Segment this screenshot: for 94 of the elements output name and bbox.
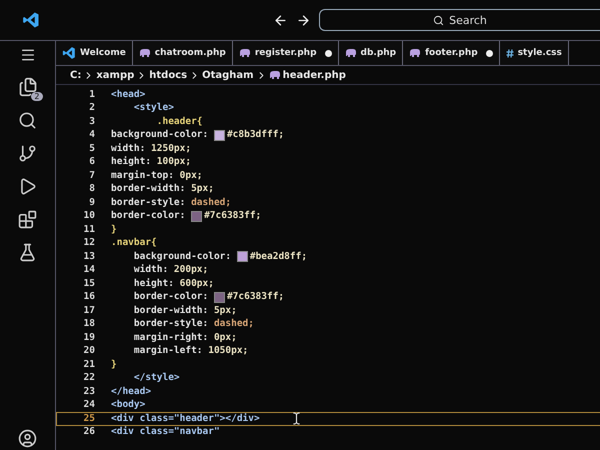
code-token: dashed; <box>214 318 254 330</box>
code-token: margin-left: <box>132 345 204 358</box>
line-number: 26 <box>82 426 96 438</box>
code-token: #7c6383ff; <box>204 210 262 222</box>
elephant-icon <box>409 48 422 58</box>
line-number: 11 <box>82 224 96 236</box>
breadcrumb-item[interactable]: C: <box>70 70 82 80</box>
code-token: border-width: <box>132 304 210 317</box>
code-token: height: <box>111 156 152 168</box>
code-token: #bea2d8ff; <box>250 250 308 263</box>
code-token: width: <box>132 264 170 276</box>
line-number: 21 <box>82 358 96 371</box>
line-number: 23 <box>82 386 96 398</box>
code-token: #c8b3dfff; <box>226 129 284 142</box>
source-control-icon[interactable] <box>18 144 37 163</box>
code-token: <style> <box>132 102 174 114</box>
code-token: } <box>111 358 117 371</box>
elephant-icon <box>268 70 281 80</box>
forward-arrow-icon[interactable] <box>296 12 311 28</box>
extensions-icon[interactable] <box>18 210 37 229</box>
code-token: <div class="header"></div> <box>111 412 260 425</box>
code-token: border-color: <box>111 210 186 222</box>
account-icon[interactable] <box>18 429 37 448</box>
code-token: } <box>111 224 117 236</box>
code-token: #7c6383ff; <box>226 291 284 304</box>
editor-tab[interactable]: db.php <box>338 41 404 65</box>
code-token: background-color: <box>132 250 232 263</box>
elephant-icon <box>344 48 357 58</box>
editor-logo-icon <box>62 46 76 60</box>
elephant-icon <box>138 48 151 58</box>
code-token: .header{ <box>156 116 203 128</box>
files-icon[interactable] <box>18 77 38 97</box>
code-token: </style> <box>132 372 180 384</box>
search-icon <box>433 14 444 26</box>
code-token: margin-right: <box>132 332 210 344</box>
code-token: <body> <box>111 399 146 412</box>
run-debug-icon[interactable] <box>18 177 37 196</box>
line-number: 14 <box>82 264 96 276</box>
breadcrumb-item[interactable]: Otagham <box>202 70 254 80</box>
line-number: 18 <box>82 318 96 330</box>
line-number: 6 <box>88 156 96 168</box>
code-token: 0px; <box>180 170 203 182</box>
code-token: dashed; <box>191 196 232 209</box>
hash-icon <box>506 48 514 58</box>
search-field[interactable]: Search <box>319 9 600 31</box>
code-token: 1250px; <box>151 142 192 155</box>
line-number: 5 <box>88 142 96 155</box>
elephant-icon <box>238 48 251 58</box>
line-number: 13 <box>82 250 96 263</box>
line-number: 2 <box>88 102 96 114</box>
line-number: 10 <box>82 210 96 222</box>
line-number: 8 <box>88 183 96 196</box>
breadcrumb-item[interactable]: header.php <box>282 70 346 80</box>
code-token: border-color: <box>132 291 210 304</box>
code-token: 100px; <box>156 156 192 168</box>
line-number: 24 <box>82 399 96 412</box>
explorer-badge: 2 <box>31 92 42 101</box>
code-token: width: <box>111 142 146 155</box>
code-token: border-style: <box>111 196 186 209</box>
editor-tab[interactable]: style.css <box>500 41 569 65</box>
code-token: 5px; <box>191 183 214 196</box>
line-number: 3 <box>88 116 96 128</box>
code-token: border-width: <box>111 183 186 196</box>
code-token: .navbar{ <box>111 237 157 250</box>
line-number: 12 <box>82 237 96 250</box>
flask-icon[interactable] <box>18 243 37 262</box>
editor-logo-icon <box>22 11 40 29</box>
code-token: 600px; <box>180 278 214 290</box>
search-icon[interactable] <box>18 111 37 130</box>
code-token: <div class="navbar" <box>111 426 220 438</box>
menu-icon[interactable] <box>20 47 36 63</box>
code-token: </head> <box>111 386 152 398</box>
code-token: background-color: <box>111 129 210 142</box>
code-token: 0px; <box>214 332 237 344</box>
breadcrumb-item[interactable]: xampp <box>96 70 134 80</box>
line-number: 9 <box>88 196 96 209</box>
code-token: height: <box>132 278 175 290</box>
breadcrumb-item[interactable]: htdocs <box>149 70 188 80</box>
code-token: 5px; <box>214 304 237 317</box>
line-number: 25 <box>82 412 96 425</box>
line-number: 19 <box>82 332 96 344</box>
line-number: 20 <box>82 345 96 358</box>
code-token: border-style: <box>132 318 210 330</box>
code-token: margin-top: <box>111 170 175 182</box>
line-number: 17 <box>82 304 96 317</box>
line-number: 22 <box>82 372 96 384</box>
code-token: <head> <box>111 88 146 101</box>
code-token: 200px; <box>174 264 208 276</box>
line-number: 4 <box>88 129 96 142</box>
line-number: 15 <box>82 278 96 290</box>
line-number: 7 <box>88 170 96 182</box>
code-token: 1050px; <box>208 345 248 358</box>
line-number: 1 <box>88 88 96 101</box>
line-number: 16 <box>82 291 96 304</box>
